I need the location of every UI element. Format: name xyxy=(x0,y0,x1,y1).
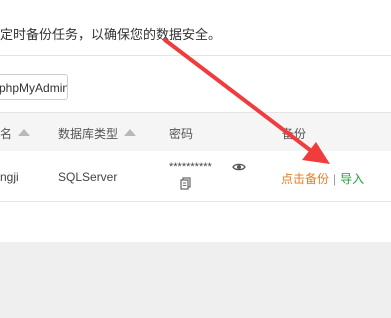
sort-up-icon[interactable] xyxy=(18,129,31,137)
column-header-password: 密码 xyxy=(169,127,194,141)
phpmyadmin-button[interactable]: phpMyAdmin xyxy=(0,74,68,100)
column-header-name-label: 名 xyxy=(0,127,13,141)
backup-now-link[interactable]: 点击备份 xyxy=(281,172,329,186)
cell-db-name: ngji xyxy=(0,170,19,184)
page-background xyxy=(0,242,391,318)
sort-up-icon[interactable] xyxy=(124,129,137,137)
cell-password-mask: ********** xyxy=(169,161,212,173)
column-header-backup: 备份 xyxy=(282,127,307,141)
table-header: 名 数据库类型 密码 备份 xyxy=(0,112,391,152)
column-header-db-type-label: 数据库类型 xyxy=(58,127,119,141)
copy-icon[interactable] xyxy=(180,177,191,193)
table-row: ngji SQLServer ********** 点击备份 | 导入 xyxy=(0,151,391,202)
eye-icon[interactable] xyxy=(232,161,246,175)
backup-actions: 点击备份 | 导入 xyxy=(281,170,364,187)
column-header-name[interactable]: 名 xyxy=(0,125,31,142)
notice-text: 定时备份任务，以确保您的数据安全。 xyxy=(0,27,222,42)
column-header-db-type[interactable]: 数据库类型 xyxy=(58,125,137,142)
notice-bar: 定时备份任务，以确保您的数据安全。 xyxy=(0,0,391,56)
action-separator: | xyxy=(333,172,337,186)
cell-db-type: SQLServer xyxy=(58,170,118,184)
database-panel: phpMyAdmin 名 数据库类型 密码 备份 ngji SQLServer … xyxy=(0,56,391,242)
import-link[interactable]: 导入 xyxy=(340,172,364,186)
